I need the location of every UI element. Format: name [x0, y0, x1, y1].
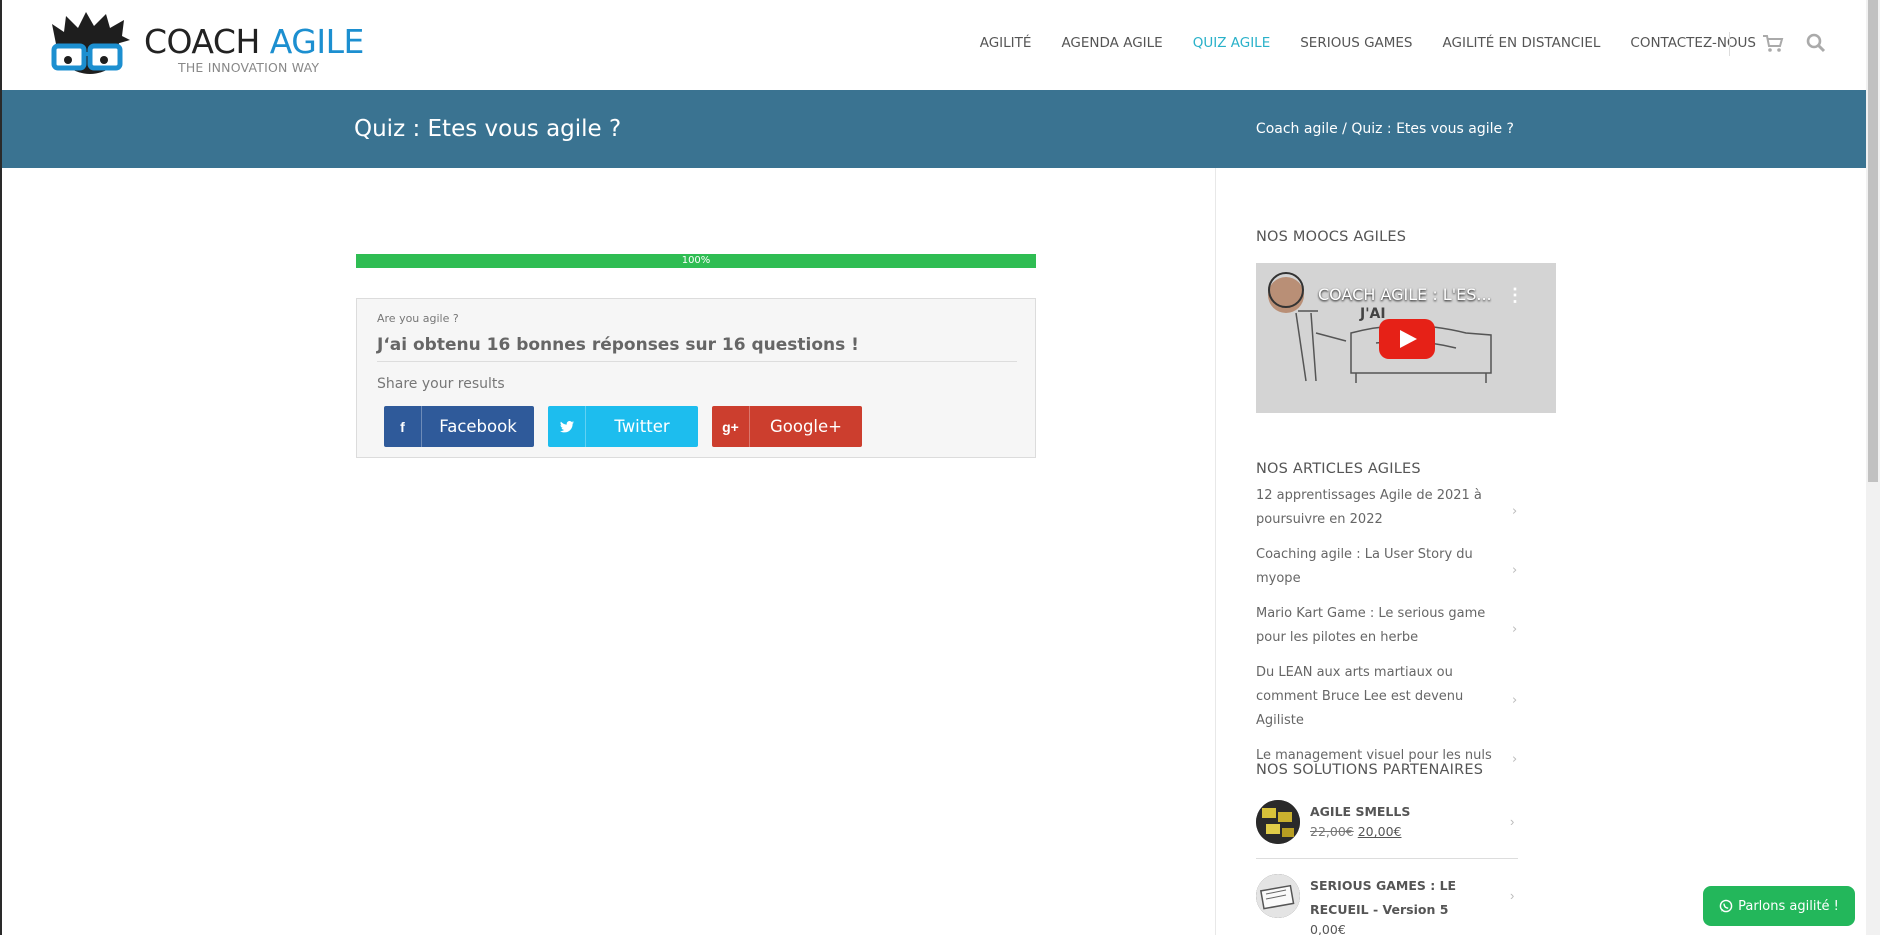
- breadcrumb[interactable]: Coach agile / Quiz : Etes vous agile ?: [1256, 121, 1514, 137]
- share-twitter-button[interactable]: Twitter: [548, 406, 698, 447]
- cart-icon[interactable]: [1760, 30, 1786, 56]
- product-thumbnail: [1256, 800, 1300, 844]
- logo-mascot-icon: [51, 12, 130, 74]
- share-facebook-label: Facebook: [439, 417, 517, 436]
- play-icon[interactable]: [1379, 319, 1435, 359]
- twitter-icon: [548, 406, 586, 447]
- partner-product[interactable]: AGILE SMELLS 22,00€ 20,00€ ›: [1256, 800, 1518, 848]
- page-title-bar: Quiz : Etes vous agile ? Coach agile / Q…: [0, 90, 1866, 168]
- chat-button-label: Parlons agilité !: [1738, 898, 1839, 914]
- share-label: Share your results: [377, 376, 505, 392]
- partner-divider: [1256, 858, 1518, 859]
- logo-tagline: THE INNOVATION WAY: [178, 60, 320, 75]
- video-menu-icon[interactable]: ⋮: [1506, 285, 1524, 306]
- product-price: 0,00€: [1310, 922, 1346, 935]
- svg-text:J'AI: J'AI: [1359, 306, 1386, 322]
- share-twitter-label: Twitter: [614, 417, 670, 436]
- facebook-icon: f: [384, 406, 422, 447]
- progress-label: 100%: [681, 255, 711, 266]
- video-embed[interactable]: J'AI COACH AGILE : L'ES... ⋮: [1256, 263, 1556, 413]
- product-price: 22,00€ 20,00€: [1310, 824, 1402, 839]
- chevron-right-icon: ›: [1512, 693, 1518, 708]
- quiz-result-box: Are you agile ? J‘ai obtenu 16 bonnes ré…: [356, 298, 1036, 458]
- page-scrollbar[interactable]: [1866, 0, 1880, 935]
- chevron-right-icon: ›: [1510, 814, 1515, 829]
- quiz-result-text: J‘ai obtenu 16 bonnes réponses sur 16 qu…: [377, 335, 859, 355]
- main-content: 100% Are you agile ? J‘ai obtenu 16 bonn…: [0, 168, 1866, 935]
- page-title: Quiz : Etes vous agile ?: [354, 116, 622, 142]
- scrollbar-thumb[interactable]: [1868, 0, 1878, 482]
- chevron-right-icon: ›: [1512, 752, 1518, 767]
- chevron-right-icon: ›: [1512, 504, 1518, 519]
- partners-widget-title: NOS SOLUTIONS PARTENAIRES: [1256, 762, 1484, 778]
- share-google-button[interactable]: g+ Google+: [712, 406, 862, 447]
- whatsapp-icon: [1719, 899, 1733, 913]
- moocs-widget-title: NOS MOOCS AGILES: [1256, 229, 1407, 245]
- sidebar-divider: [1215, 168, 1216, 935]
- site-header: COACH AGILE THE INNOVATION WAY AGILITÉ A…: [0, 0, 1866, 90]
- site-logo[interactable]: COACH AGILE THE INNOVATION WAY: [46, 10, 364, 80]
- nav-item-contactez-nous[interactable]: CONTACTEZ-NOUS: [1630, 35, 1756, 51]
- nav-divider: [1729, 32, 1730, 56]
- video-title: COACH AGILE : L'ES...: [1318, 285, 1492, 304]
- partner-product[interactable]: SERIOUS GAMES : LE RECUEIL - Version 5 0…: [1256, 874, 1518, 935]
- product-name: AGILE SMELLS: [1310, 804, 1411, 819]
- article-link[interactable]: Mario Kart Game : Le serious game pour l…: [1256, 602, 1520, 650]
- share-google-label: Google+: [769, 417, 842, 436]
- nav-item-agenda-agile[interactable]: AGENDA AGILE: [1061, 35, 1162, 51]
- chevron-right-icon: ›: [1512, 622, 1518, 637]
- main-nav: AGILITÉ AGENDA AGILE QUIZ AGILE SERIOUS …: [950, 0, 1756, 86]
- product-thumbnail: [1256, 874, 1300, 918]
- article-link[interactable]: 12 apprentissages Agile de 2021 à poursu…: [1256, 484, 1520, 532]
- logo-wordmark: COACH AGILE: [144, 22, 364, 61]
- articles-list: 12 apprentissages Agile de 2021 à poursu…: [1256, 484, 1520, 779]
- nav-item-serious-games[interactable]: SERIOUS GAMES: [1300, 35, 1412, 51]
- product-name: SERIOUS GAMES : LE RECUEIL - Version 5: [1310, 878, 1457, 917]
- article-link[interactable]: Coaching agile : La User Story du myope ›: [1256, 543, 1520, 591]
- chat-button[interactable]: Parlons agilité !: [1703, 886, 1855, 926]
- article-link[interactable]: Du LEAN aux arts martiaux ou comment Bru…: [1256, 661, 1520, 733]
- search-icon[interactable]: [1803, 30, 1829, 56]
- nav-item-agilite-en-distanciel[interactable]: AGILITÉ EN DISTANCIEL: [1443, 35, 1601, 51]
- nav-item-quiz-agile[interactable]: QUIZ AGILE: [1193, 35, 1271, 51]
- quiz-name: Are you agile ?: [377, 312, 459, 325]
- share-facebook-button[interactable]: f Facebook: [384, 406, 534, 447]
- nav-item-agilite[interactable]: AGILITÉ: [980, 35, 1032, 51]
- articles-widget-title: NOS ARTICLES AGILES: [1256, 461, 1421, 477]
- result-divider: [377, 361, 1017, 362]
- quiz-progress-bar: 100%: [356, 254, 1036, 268]
- chevron-right-icon: ›: [1512, 563, 1518, 578]
- google-plus-icon: g+: [712, 406, 750, 447]
- chevron-right-icon: ›: [1510, 888, 1515, 903]
